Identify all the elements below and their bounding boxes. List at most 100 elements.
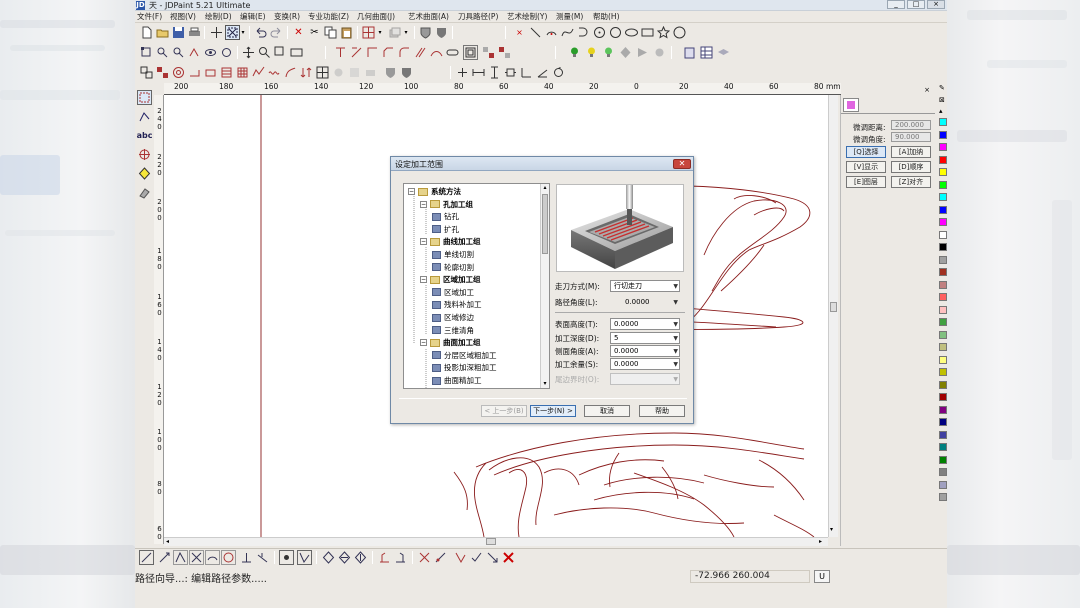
side-angle-input[interactable]: 0.0000 ▼	[610, 345, 680, 357]
rotate-icon[interactable]	[551, 65, 566, 80]
vertical-scrollbar[interactable]: ▾	[828, 95, 838, 537]
tree-group[interactable]: − 曲线加工组	[420, 235, 481, 248]
zoom-icon[interactable]	[257, 45, 272, 60]
color-swatch[interactable]	[939, 218, 947, 226]
vscroll-down-icon[interactable]: ▾	[830, 526, 833, 533]
color-swatch[interactable]	[939, 293, 947, 301]
node-smooth-icon[interactable]	[219, 45, 234, 60]
method-tree[interactable]: − 系统方法 − 孔加工组 钻孔 扩孔 − 曲线加工组 单线切割 轮廓切割 − 区域加工组 区域加工 残料…	[403, 183, 550, 389]
color-swatch[interactable]	[939, 243, 947, 251]
ellipse-icon[interactable]	[624, 25, 639, 40]
zoom-window-icon[interactable]	[273, 45, 288, 60]
snap-end-icon[interactable]	[157, 550, 172, 565]
order-button[interactable]: [D]顺序	[891, 161, 931, 173]
collapse-icon[interactable]: −	[420, 276, 427, 284]
color-swatch[interactable]	[939, 180, 947, 189]
angle-icon[interactable]	[535, 65, 550, 80]
menu-art-draw[interactable]: 艺术绘制(Y)	[507, 11, 547, 23]
path-edit-icon[interactable]	[433, 550, 448, 565]
node-break-icon[interactable]	[187, 45, 202, 60]
cancel-button[interactable]: 取消	[584, 405, 630, 417]
tree-group[interactable]: − 系统方法	[408, 185, 461, 198]
color-swatch[interactable]	[939, 405, 947, 414]
plus-icon[interactable]	[455, 65, 470, 80]
color-swatch[interactable]	[939, 330, 947, 339]
layers-icon[interactable]	[716, 45, 731, 60]
surface-height-input[interactable]: 0.0000 ▼	[610, 318, 680, 330]
color-swatch[interactable]	[939, 430, 947, 439]
layer-button[interactable]: [E]图层	[846, 176, 886, 188]
tree-item[interactable]: 曲面精加工	[432, 374, 482, 387]
snap-on-icon[interactable]	[279, 550, 294, 565]
minimize-button[interactable]: _	[887, 0, 905, 9]
polygon-icon[interactable]	[672, 25, 687, 40]
gray-diamond-icon[interactable]	[618, 45, 633, 60]
spline-icon[interactable]	[560, 25, 575, 40]
diamond-b-icon[interactable]	[337, 550, 352, 565]
select-tool-icon[interactable]	[137, 90, 152, 105]
fill-tool-icon[interactable]	[137, 166, 152, 181]
color-swatch[interactable]	[939, 193, 947, 201]
fine-angle-input[interactable]: 90.000	[891, 132, 931, 142]
collapse-icon[interactable]: −	[420, 339, 427, 347]
color-swatch[interactable]	[939, 355, 947, 364]
shield-outline-icon[interactable]	[418, 25, 433, 40]
palette-arrow-icon[interactable]: ▴	[939, 107, 943, 115]
node-tool-icon[interactable]	[137, 109, 152, 124]
tree-item[interactable]: 分层区域粗加工	[432, 349, 497, 362]
path-check-icon[interactable]	[469, 550, 484, 565]
tree-item[interactable]: 扩孔	[432, 223, 459, 236]
collapse-icon[interactable]: −	[408, 188, 415, 195]
align-button[interactable]: [Z]对齐	[891, 176, 931, 188]
clipboard-icon[interactable]	[682, 45, 697, 60]
color-swatch[interactable]	[939, 155, 947, 164]
group-icon[interactable]	[139, 65, 154, 80]
circle-icon[interactable]	[608, 25, 623, 40]
circle-dot-icon[interactable]	[592, 25, 607, 40]
diamond-a-icon[interactable]	[321, 550, 336, 565]
palette-pen-icon[interactable]: ✎	[939, 84, 945, 92]
snap-line-icon[interactable]	[139, 550, 154, 565]
color-swatch[interactable]	[939, 480, 947, 489]
tree-scrollbar[interactable]: ▴ ▾	[540, 184, 549, 388]
text-tool-icon[interactable]: abc	[137, 128, 153, 143]
shield-gray-icon[interactable]	[383, 65, 398, 80]
menu-toolpath[interactable]: 刀具路径(P)	[458, 11, 498, 23]
tool-path-icon[interactable]	[377, 550, 392, 565]
color-swatch[interactable]	[939, 168, 947, 176]
close-button[interactable]: ×	[927, 0, 945, 9]
color-swatch[interactable]	[939, 130, 947, 139]
tree-item[interactable]: 单线切割	[432, 248, 474, 261]
color-swatch[interactable]	[939, 455, 947, 464]
color-swatch[interactable]	[939, 343, 947, 351]
green-bulb-icon[interactable]	[567, 45, 582, 60]
shape-tool-icon[interactable]	[137, 147, 152, 162]
new-file-icon[interactable]	[139, 25, 154, 40]
menu-view[interactable]: 视图(V)	[170, 11, 196, 23]
path-x-icon[interactable]	[417, 550, 432, 565]
snap-grid-icon[interactable]	[297, 550, 312, 565]
pan-icon[interactable]	[241, 45, 256, 60]
color-swatch[interactable]	[939, 230, 947, 239]
gear-gray-icon[interactable]	[331, 65, 346, 80]
cut-icon[interactable]: ✂	[307, 25, 322, 40]
snap-tangent-icon[interactable]	[255, 550, 270, 565]
select-dropdown-icon[interactable]: ▾	[239, 25, 247, 40]
chamfer-icon[interactable]	[381, 45, 396, 60]
bridge-icon[interactable]	[429, 45, 444, 60]
snap-perp-icon[interactable]	[239, 550, 254, 565]
fillet-icon[interactable]	[397, 45, 412, 60]
tree-item[interactable]: 区域加工	[432, 286, 474, 299]
path-angle-input[interactable]: 0.0000 ▼	[610, 296, 680, 308]
tool-path-2-icon[interactable]	[393, 550, 408, 565]
delete-icon[interactable]: ✕	[291, 25, 306, 40]
path-sim-icon[interactable]	[453, 550, 468, 565]
sort-icon[interactable]	[299, 65, 314, 80]
zoom-all-icon[interactable]	[289, 45, 304, 60]
snap-quad-icon[interactable]	[221, 550, 236, 565]
snap-mid-icon[interactable]	[173, 550, 188, 565]
crosshair-icon[interactable]	[209, 25, 224, 40]
horizontal-scrollbar[interactable]: ◂ ▸	[164, 537, 828, 546]
combine-icon[interactable]	[171, 65, 186, 80]
save-icon[interactable]	[171, 25, 186, 40]
